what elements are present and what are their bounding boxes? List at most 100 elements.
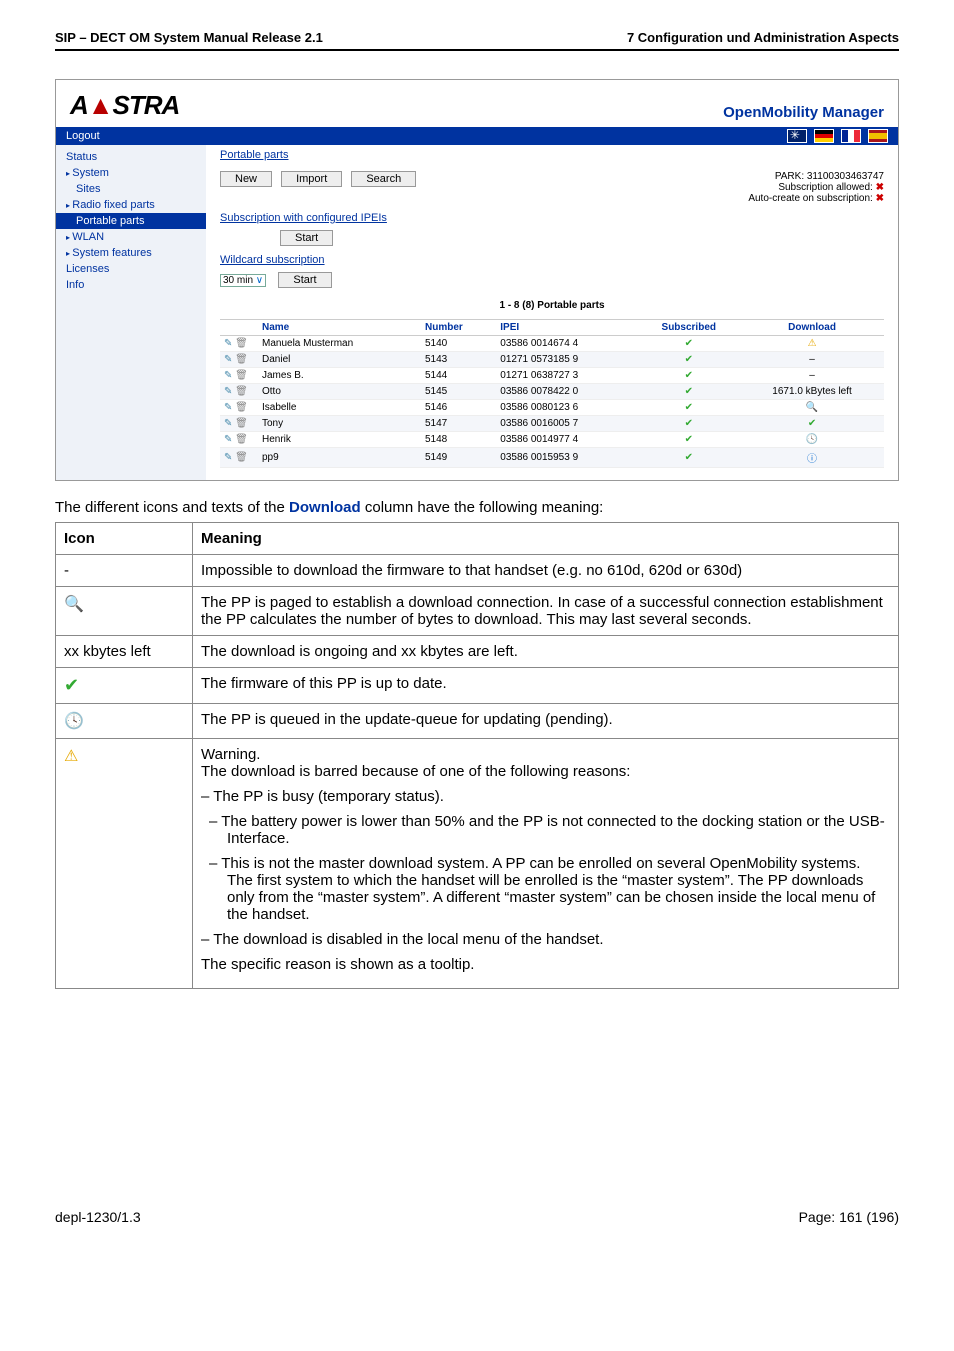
section-wildcard: Wildcard subscription [220,254,884,266]
cell-name: Isabelle [258,400,421,416]
icon-warning: ⚠ [56,739,193,989]
duration-select[interactable]: 30 min ∨ [220,274,266,287]
info-icon: ⓘ [807,454,817,465]
cell-subscribed: ✔ [637,448,740,468]
sidebar-item-pp[interactable]: Portable parts [56,213,206,229]
cell-subscribed: ✔ [637,336,740,352]
col-number[interactable]: Number [421,320,496,336]
th-meaning: Meaning [193,523,899,555]
delete-icon[interactable]: 🗑 [235,452,248,463]
clock-icon: 🕓 [806,434,818,445]
cell-subscribed: ✔ [637,368,740,384]
check-icon: ✔ [685,354,693,365]
cell-ipei: 01271 0638727 3 [496,368,637,384]
check-icon: ✔ [64,675,79,695]
cell-number: 5143 [421,352,496,368]
search-button[interactable]: Search [351,171,416,187]
meaning-magnifier: The PP is paged to establish a download … [193,587,899,636]
check-icon: ✔ [685,370,693,381]
delete-icon[interactable]: 🗑 [235,434,248,445]
cell-ipei: 03586 0016005 7 [496,416,637,432]
delete-icon[interactable]: 🗑 [235,338,248,349]
omm-sidebar: Status System Sites Radio fixed parts Po… [56,145,206,480]
delete-icon[interactable]: 🗑 [235,402,248,413]
meaning-dash: Impossible to download the firmware to t… [193,555,899,587]
cell-download: ⚠ [740,336,884,352]
language-flags[interactable] [783,129,888,143]
magnifier-icon: 🔍 [806,402,818,413]
sidebar-item-licenses[interactable]: Licenses [56,261,206,277]
delete-icon[interactable]: 🗑 [235,354,248,365]
th-icon: Icon [56,523,193,555]
table-row: ✎ 🗑James B.514401271 0638727 3✔– [220,368,884,384]
footer-right: Page: 161 (196) [799,1209,899,1225]
sidebar-item-rfp[interactable]: Radio fixed parts [56,197,206,213]
check-icon: ✔ [685,338,693,349]
meaning-check: The firmware of this PP is up to date. [193,668,899,704]
import-button[interactable]: Import [281,171,342,187]
table-row: ✎ 🗑pp9514903586 0015953 9✔ⓘ [220,448,884,468]
intro-text: The different icons and texts of the Dow… [55,499,899,516]
breadcrumb[interactable]: Portable parts [220,149,288,161]
cell-download: 🕓 [740,432,884,448]
omm-logo: A▲STRA [70,90,179,121]
edit-icon[interactable]: ✎ [224,418,232,429]
sidebar-item-wlan[interactable]: WLAN [56,229,206,245]
col-ipei[interactable]: IPEI [496,320,637,336]
edit-icon[interactable]: ✎ [224,402,232,413]
flag-uk-icon[interactable] [787,129,807,143]
cell-download: – [740,368,884,384]
start-button-2[interactable]: Start [278,272,331,288]
cell-subscribed: ✔ [637,384,740,400]
edit-icon[interactable]: ✎ [224,434,232,445]
table-row: ✎ 🗑Tony514703586 0016005 7✔✔ [220,416,884,432]
icon-dash: - [56,555,193,587]
icon-kbytes: xx kbytes left [56,636,193,668]
col-name[interactable]: Name [258,320,421,336]
sidebar-item-status[interactable]: Status [56,149,206,165]
cell-download: 🔍 [740,400,884,416]
start-button-1[interactable]: Start [280,230,333,246]
check-icon: ✔ [685,386,693,397]
table-row: ✎ 🗑 Manuela Musterman514003586 0014674 4 ✔… [220,336,884,352]
check-icon: ✔ [685,452,693,463]
cell-name: pp9 [258,448,421,468]
table-row: ✎ 🗑Henrik514803586 0014977 4✔🕓 [220,432,884,448]
cell-number: 5146 [421,400,496,416]
section-subscription-ipei: Subscription with configured IPEIs [220,212,884,224]
delete-icon[interactable]: 🗑 [235,386,248,397]
edit-icon[interactable]: ✎ [224,338,232,349]
flag-de-icon[interactable] [814,129,834,143]
x-icon: ✖ [876,182,884,193]
cell-number: 5140 [421,336,496,352]
logout-link[interactable]: Logout [66,130,100,142]
icon-magnifier: 🔍 [56,587,193,636]
new-button[interactable]: New [220,171,272,187]
table-row: ✎ 🗑Otto514503586 0078422 0✔1671.0 kBytes… [220,384,884,400]
icon-clock: 🕓 [56,704,193,739]
delete-icon[interactable]: 🗑 [235,418,248,429]
sidebar-item-system[interactable]: System [56,165,206,181]
table-row: ✎ 🗑Isabelle514603586 0080123 6✔🔍 [220,400,884,416]
sidebar-item-info[interactable]: Info [56,277,206,293]
delete-icon[interactable]: 🗑 [235,370,248,381]
sidebar-item-sysfeat[interactable]: System features [56,245,206,261]
flag-fr-icon[interactable] [841,129,861,143]
pp-table: Name Number IPEI Subscribed Download ✎ 🗑… [220,319,884,468]
sidebar-item-sites[interactable]: Sites [56,181,206,197]
cell-name: Manuela Musterman [258,336,421,352]
cell-ipei: 01271 0573185 9 [496,352,637,368]
edit-icon[interactable]: ✎ [224,370,232,381]
header-right: 7 Configuration und Administration Aspec… [627,30,899,45]
cell-download: 1671.0 kBytes left [740,384,884,400]
col-download[interactable]: Download [740,320,884,336]
edit-icon[interactable]: ✎ [224,354,232,365]
edit-icon[interactable]: ✎ [224,452,232,463]
header-left: SIP – DECT OM System Manual Release 2.1 [55,30,323,45]
flag-es-icon[interactable] [868,129,888,143]
edit-icon[interactable]: ✎ [224,386,232,397]
cell-number: 5148 [421,432,496,448]
cell-name: Henrik [258,432,421,448]
col-subscribed[interactable]: Subscribed [637,320,740,336]
cell-ipei: 03586 0014674 4 [496,336,637,352]
